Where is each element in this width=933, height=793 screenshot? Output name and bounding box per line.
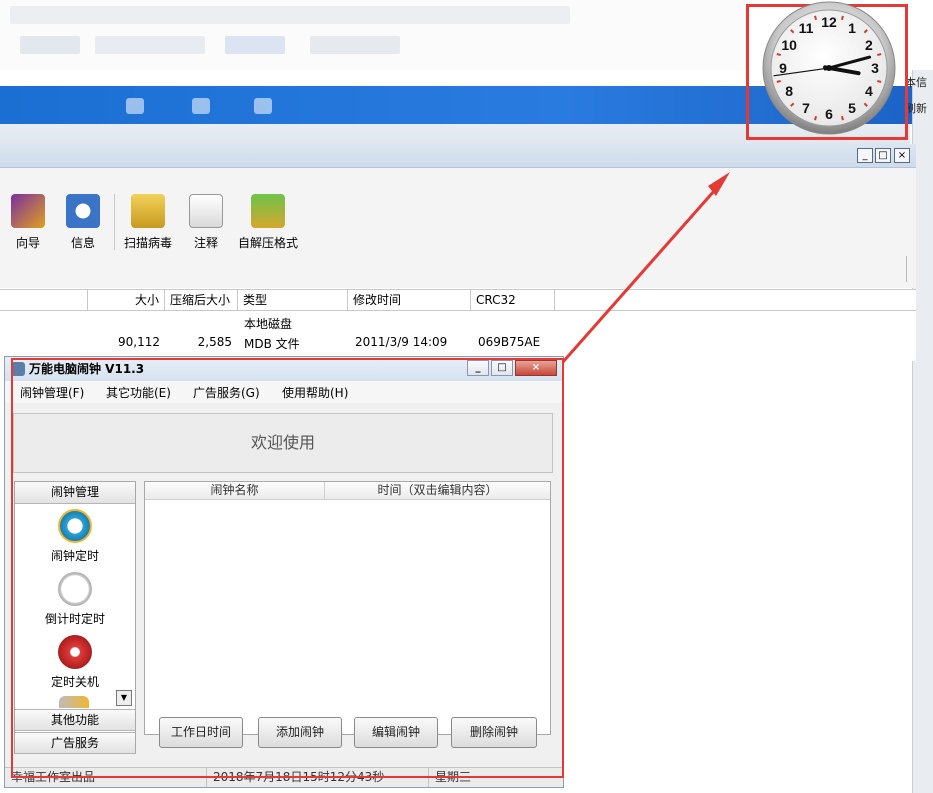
app-menu-bar: 闹钟管理(F) 其它功能(E) 广告服务(G) 使用帮助(H) [5, 381, 563, 403]
nav-section-alarm-management[interactable]: 闹钟管理 [15, 482, 135, 504]
app-maximize-button[interactable]: □ [491, 360, 513, 376]
left-nav-panel: 闹钟管理 闹钟定时 倒计时定时 定时关机 ▼ 其他功能 广告服务 [14, 481, 136, 754]
nav-item-label: 闹钟定时 [50, 549, 99, 563]
app-close-button[interactable]: × [515, 360, 557, 376]
delete-alarm-button[interactable]: 删除闹钟 [451, 717, 537, 748]
nav-section-other-functions[interactable]: 其他功能 [15, 709, 135, 731]
nav-item-label: 倒计时定时 [44, 612, 105, 626]
status-publisher: 幸福工作室出品 [5, 768, 207, 787]
app-minimize-button[interactable]: _ [467, 360, 489, 376]
edit-alarm-button[interactable]: 编辑闹钟 [354, 717, 438, 748]
workday-time-button[interactable]: 工作日时间 [159, 717, 243, 748]
welcome-banner: 欢迎使用 [13, 413, 553, 473]
menu-alarm-management[interactable]: 闹钟管理(F) [20, 384, 84, 401]
status-bar: 幸福工作室出品 2018年7月18日15时12分43秒 星期三 [5, 767, 563, 787]
nav-scroll-down-button[interactable]: ▼ [116, 690, 132, 706]
menu-help[interactable]: 使用帮助(H) [282, 384, 348, 401]
alarm-list-grid[interactable]: 闹钟名称 时间（双击编辑内容） [144, 481, 551, 735]
column-alarm-time[interactable]: 时间（双击编辑内容） [325, 482, 550, 500]
status-weekday: 星期三 [435, 770, 472, 784]
menu-ad-services[interactable]: 广告服务(G) [193, 384, 260, 401]
column-alarm-name[interactable]: 闹钟名称 [145, 482, 325, 500]
menu-other-functions[interactable]: 其它功能(E) [106, 384, 171, 401]
nav-section-ad-services[interactable]: 广告服务 [15, 732, 135, 754]
nav-item-countdown-timer[interactable]: 倒计时定时 [15, 572, 135, 627]
app-title: 万能电脑闹钟 V11.3 [29, 362, 145, 376]
nav-item-alarm-timer[interactable]: 闹钟定时 [15, 509, 135, 564]
tools-icon [59, 696, 89, 708]
nav-item-scheduled-shutdown[interactable]: 定时关机 [15, 635, 135, 690]
countdown-clock-icon [58, 572, 92, 606]
alarm-list-header: 闹钟名称 时间（双击编辑内容） [145, 482, 550, 500]
status-datetime: 2018年7月18日15时12分43秒 [207, 768, 429, 787]
power-off-icon [58, 635, 92, 669]
add-alarm-button[interactable]: 添加闹钟 [258, 717, 342, 748]
nav-item-label: 定时关机 [50, 675, 99, 689]
alarm-clock-icon [58, 509, 92, 543]
app-title-bar[interactable]: 万能电脑闹钟 V11.3 _ □ × [5, 357, 563, 381]
alarm-app-window: 万能电脑闹钟 V11.3 _ □ × 闹钟管理(F) 其它功能(E) 广告服务(… [4, 356, 564, 788]
app-logo-icon [11, 362, 25, 376]
